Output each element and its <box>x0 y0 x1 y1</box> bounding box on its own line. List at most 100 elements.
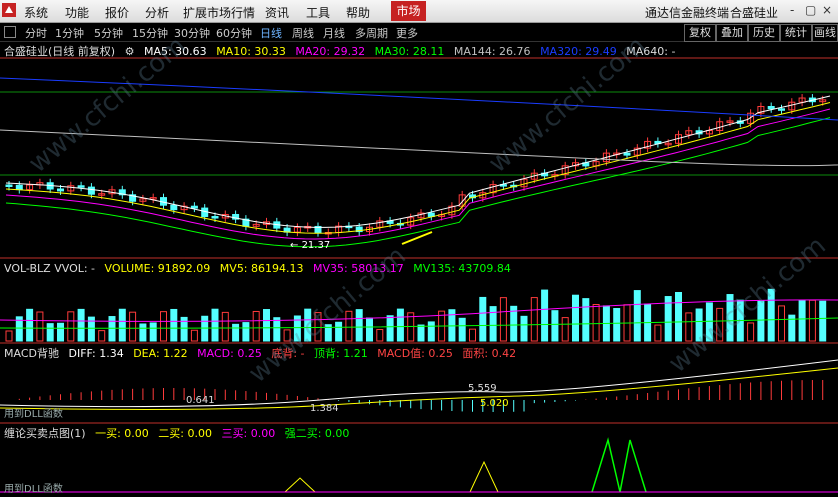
candle-body <box>190 205 198 209</box>
ma144-value: MA144: 26.76 <box>453 45 531 58</box>
volume-bar <box>36 311 44 342</box>
volume-bar <box>530 297 538 342</box>
volume-bar <box>458 317 466 342</box>
volume-bar <box>572 294 579 342</box>
macd-label-2: 1.384 <box>310 403 339 414</box>
signal-peak <box>469 460 499 493</box>
macd-label-4: 5.020 <box>480 398 509 409</box>
volume-bar <box>747 322 755 342</box>
volume-bar <box>417 324 425 342</box>
mv135-value: MV135: 43709.84 <box>413 262 511 275</box>
volume-bar <box>489 306 497 342</box>
chan-label: 缠论买卖点图(1) <box>4 427 86 440</box>
volume-bar <box>592 304 600 342</box>
volume-bar <box>139 323 147 342</box>
candle-body <box>767 106 775 110</box>
signal-peak <box>591 437 647 493</box>
volume-bar <box>675 291 682 342</box>
volume-bar <box>57 322 64 342</box>
buy1-value: 一买: 0.00 <box>95 427 149 440</box>
volume-bar <box>46 323 54 342</box>
vol-label: VOL-BLZ VVOL: - <box>4 262 96 275</box>
volume-bar <box>633 290 641 342</box>
volume-bar <box>170 308 178 342</box>
volume-bar <box>396 308 404 342</box>
volume-bar <box>808 299 816 342</box>
low-price-label: ← 21.37 <box>290 240 331 251</box>
volume-bar <box>427 321 435 342</box>
candle-body <box>77 185 85 188</box>
candle-body <box>778 108 785 111</box>
volume-bar <box>118 308 126 342</box>
volume-bar <box>654 324 662 342</box>
volume-bar <box>221 311 229 342</box>
volume-bar <box>77 308 85 342</box>
candle-body <box>5 184 13 187</box>
volume-bar <box>499 297 507 342</box>
volume-info-bar: VOL-BLZ VVOL: - VOLUME: 91892.09 MV5: 86… <box>4 262 517 275</box>
volume-bar <box>129 311 137 342</box>
dll-label-chan: 用到DLL函数 <box>4 484 63 495</box>
mv5-value: MV5: 86194.13 <box>219 262 304 275</box>
ma30-value: MA30: 28.11 <box>374 45 445 58</box>
strong-buy2-value: 强二买: 0.00 <box>284 427 350 440</box>
volume-bar <box>67 311 75 342</box>
candle-body <box>87 186 95 195</box>
volume-bar <box>561 317 569 342</box>
macd-area: 面积: 0.42 <box>462 347 517 360</box>
volume-bar <box>242 322 250 342</box>
volume-bar <box>479 296 487 342</box>
dll-label-macd: 用到DLL函数 <box>4 409 63 420</box>
candle-body <box>170 204 178 211</box>
macd-dea: DEA: 1.22 <box>133 347 188 360</box>
volume-bar <box>149 322 157 342</box>
volume-bar <box>551 310 559 342</box>
candle-body <box>211 216 219 219</box>
settings-icon[interactable]: ⚙ <box>125 45 135 58</box>
volume-bar <box>376 329 384 342</box>
candle-body <box>623 152 631 156</box>
volume-bar <box>366 317 373 342</box>
volume-bar <box>201 315 209 342</box>
annotation-arrow-icon <box>401 231 433 245</box>
volume-bar <box>263 309 270 342</box>
volume-bar <box>582 298 590 342</box>
volume-bar <box>98 330 106 342</box>
volume-bar <box>355 309 363 342</box>
ma10-value: MA10: 30.33 <box>216 45 286 58</box>
signal-peak <box>284 477 316 493</box>
volume-bar <box>190 329 198 342</box>
volume-bar <box>26 308 34 342</box>
buy3-value: 三买: 0.00 <box>221 427 276 440</box>
volume-bar <box>160 311 167 342</box>
low-price-value: 21.37 <box>301 240 331 251</box>
ma5-line <box>5 95 831 228</box>
macd-zhi: MACD值: 0.25 <box>377 347 453 360</box>
kline-label: 合盛硅业(日线 前复权) <box>4 45 116 58</box>
macd-dingbei: 顶背: 1.21 <box>314 347 368 360</box>
kline-info-bar: 合盛硅业(日线 前复权) ⚙ MA5: 30.63 MA10: 30.33 MA… <box>4 43 681 59</box>
macd-diff: DIFF: 1.34 <box>68 347 124 360</box>
chan-info-bar: 缠论买卖点图(1) 一买: 0.00 二买: 0.00 三买: 0.00 强二买… <box>4 425 355 441</box>
macd-label-3: 5.559 <box>468 383 497 394</box>
dea-line <box>0 367 838 410</box>
volume-value: VOLUME: 91892.09 <box>104 262 211 275</box>
ma20-line <box>5 108 831 240</box>
volume-bar <box>819 300 827 342</box>
volume-bar <box>520 315 528 342</box>
candle-body <box>15 184 23 191</box>
volume-bar <box>211 308 219 342</box>
macd-label-1: 0.641 <box>186 395 215 406</box>
volume-bar <box>798 300 806 342</box>
ma30-line <box>5 117 831 248</box>
volume-bar <box>252 310 260 342</box>
candle-body <box>427 212 435 217</box>
ma20-value: MA20: 29.32 <box>295 45 366 58</box>
volume-bar <box>386 315 394 342</box>
volume-bar <box>232 323 240 342</box>
volume-bar <box>778 305 785 342</box>
candle-body <box>57 188 64 192</box>
macd-label: MACD背驰 <box>4 347 59 360</box>
volume-bar <box>5 330 13 342</box>
ma144-line <box>0 129 838 167</box>
